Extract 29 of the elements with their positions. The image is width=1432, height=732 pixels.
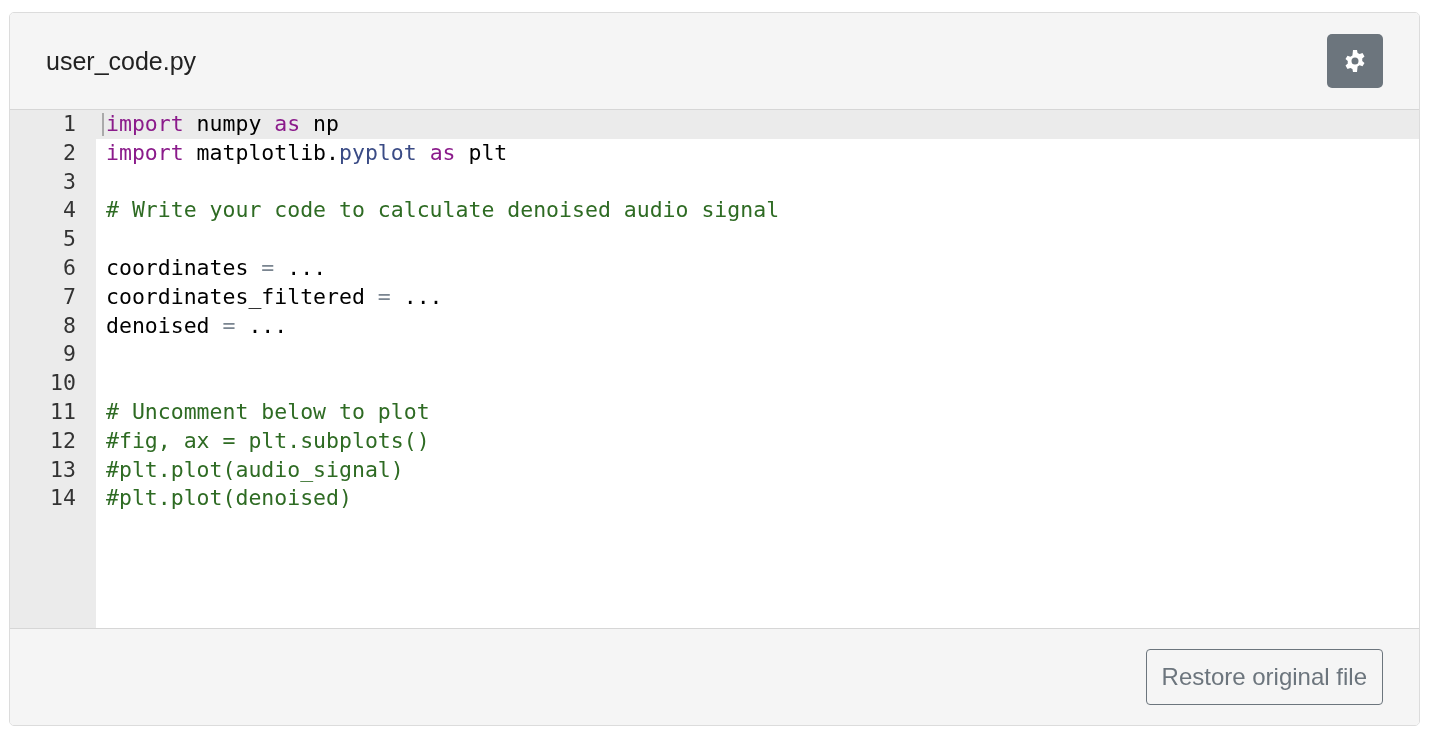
restore-button[interactable]: Restore original file bbox=[1145, 649, 1383, 705]
code-line: import matplotlib.pyplot as plt bbox=[106, 138, 508, 167]
line-number: 7 bbox=[62, 282, 77, 311]
code-line: # Write your code to calculate denoised audio signal bbox=[106, 196, 780, 225]
settings-button[interactable] bbox=[1327, 34, 1383, 88]
code-line: #plt.plot(audio_signal) bbox=[106, 455, 404, 484]
line-number: 8 bbox=[62, 311, 77, 340]
code-line: # Uncomment below to plot bbox=[106, 397, 430, 426]
code-line: denoised = ... bbox=[106, 311, 288, 340]
line-number: 14 bbox=[49, 484, 77, 513]
code-line: #plt.plot(denoised) bbox=[106, 484, 352, 513]
code-line: import numpy as np bbox=[106, 110, 339, 138]
code-line: coordinates_filtered = ... bbox=[106, 282, 443, 311]
settings-icon bbox=[1343, 49, 1367, 73]
code-line: coordinates = ... bbox=[106, 254, 327, 282]
line-number: 5 bbox=[62, 225, 77, 254]
line-number: 12 bbox=[49, 426, 77, 455]
line-number: 6 bbox=[62, 254, 77, 282]
line-number: 4 bbox=[62, 196, 77, 225]
code-line: #fig, ax = plt.subplots() bbox=[106, 426, 430, 455]
line-number: 10 bbox=[49, 369, 77, 398]
line-number: 1 bbox=[62, 110, 77, 138]
line-number: 11 bbox=[49, 397, 77, 426]
line-number: 13 bbox=[49, 455, 77, 484]
text-cursor bbox=[102, 113, 104, 136]
file-title: user_code.py bbox=[46, 46, 197, 76]
line-number: 3 bbox=[62, 167, 77, 196]
line-number: 2 bbox=[62, 138, 77, 167]
line-number: 9 bbox=[62, 340, 77, 369]
